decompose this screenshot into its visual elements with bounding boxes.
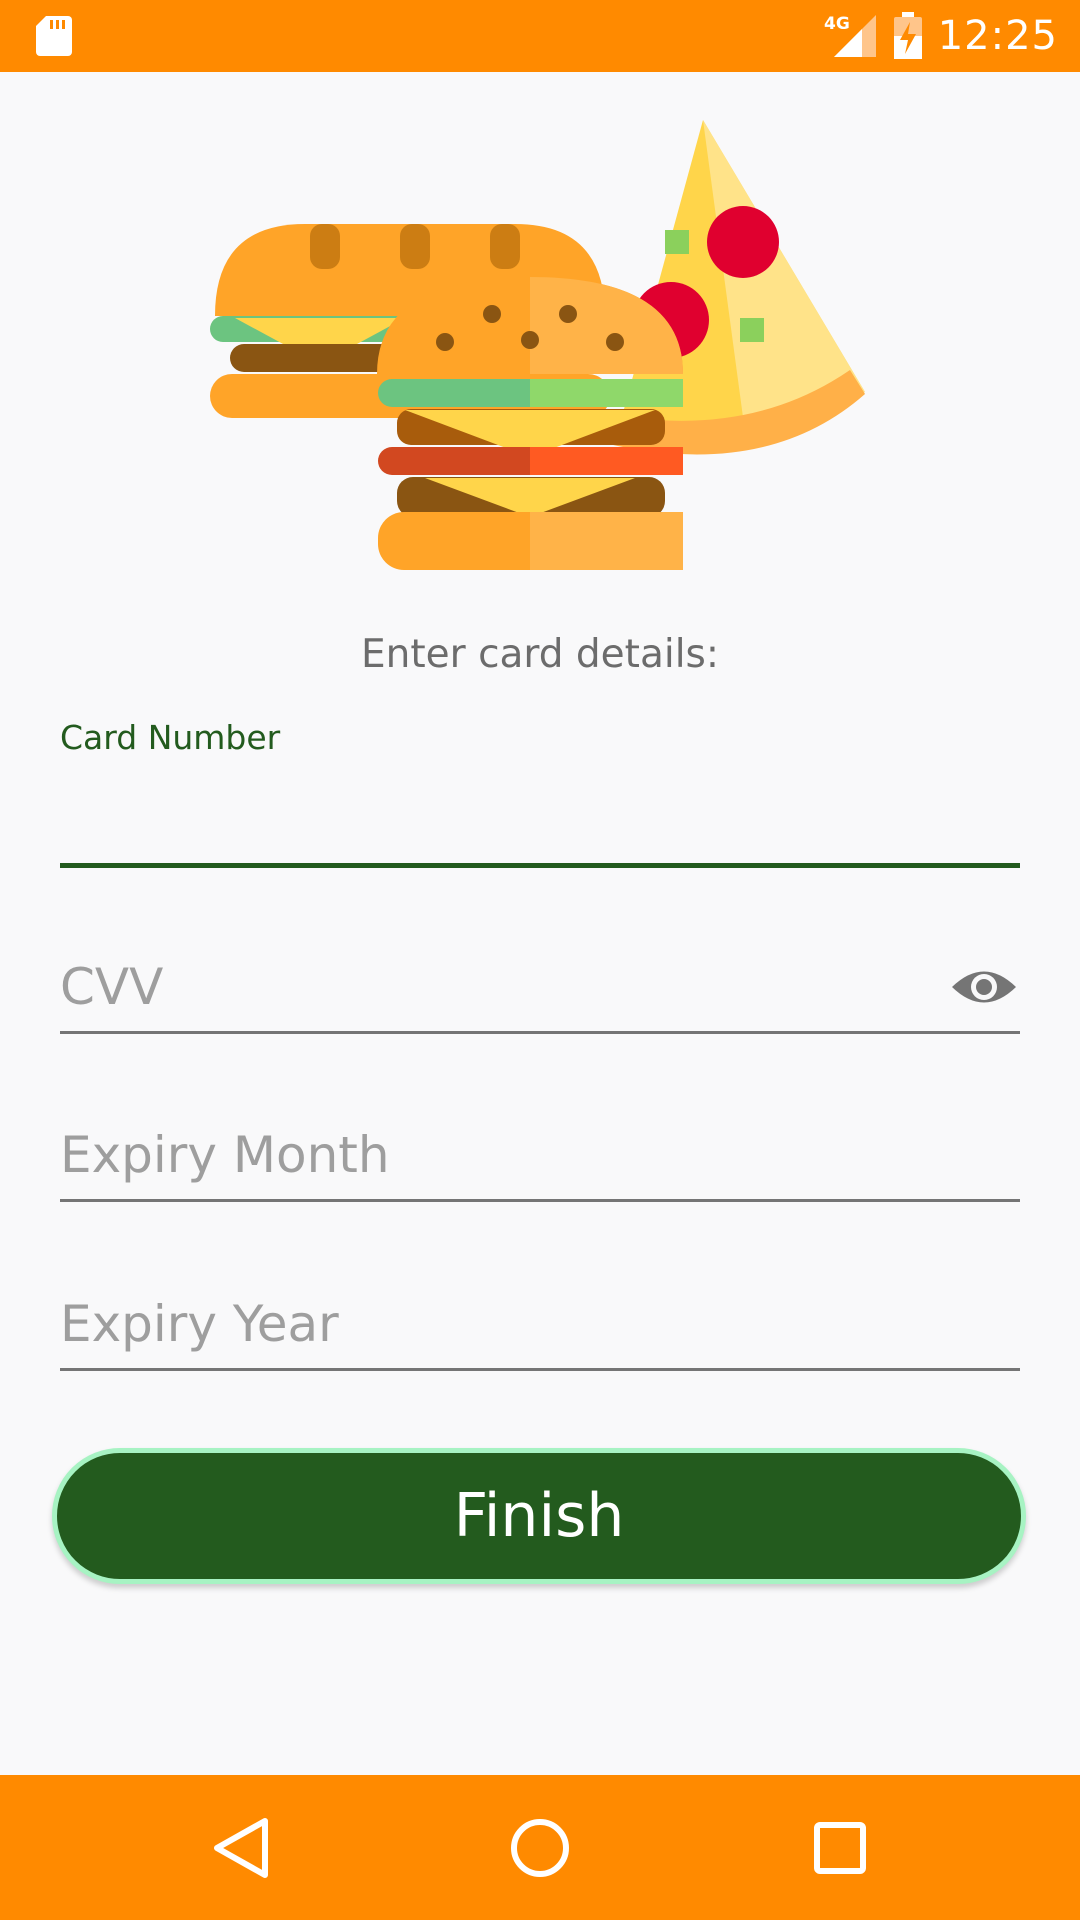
eye-icon[interactable] <box>950 962 1018 1012</box>
card-number-field[interactable]: Card Number <box>60 718 1020 868</box>
expiry-month-placeholder: Expiry Month <box>60 1126 390 1184</box>
expiry-month-field[interactable]: Expiry Month <box>60 1118 1020 1202</box>
card-number-label: Card Number <box>60 718 281 757</box>
navigation-bar <box>0 1775 1080 1920</box>
burger-front-icon <box>377 277 683 570</box>
back-icon[interactable] <box>205 1813 275 1883</box>
expiry-year-underline <box>60 1368 1020 1371</box>
cvv-underline <box>60 1031 1020 1034</box>
status-bar: 4G 12:25 <box>0 0 1080 72</box>
card-number-underline <box>60 863 1020 868</box>
cvv-field[interactable]: CVV <box>60 950 1020 1034</box>
cell-signal-4g-icon: 4G <box>824 14 876 57</box>
card-details-prompt: Enter card details: <box>361 632 719 677</box>
sd-card-icon <box>36 16 72 56</box>
expiry-month-underline <box>60 1199 1020 1202</box>
home-icon[interactable] <box>505 1813 575 1883</box>
food-illustration <box>210 120 865 570</box>
network-type-label: 4G <box>824 14 850 34</box>
clock: 12:25 <box>937 13 1058 59</box>
recents-icon[interactable] <box>805 1813 875 1883</box>
finish-button[interactable]: Finish <box>52 1448 1026 1584</box>
expiry-year-field[interactable]: Expiry Year <box>60 1287 1020 1371</box>
battery-charging-icon <box>893 12 922 59</box>
expiry-year-placeholder: Expiry Year <box>60 1295 339 1353</box>
cvv-placeholder: CVV <box>60 958 164 1016</box>
